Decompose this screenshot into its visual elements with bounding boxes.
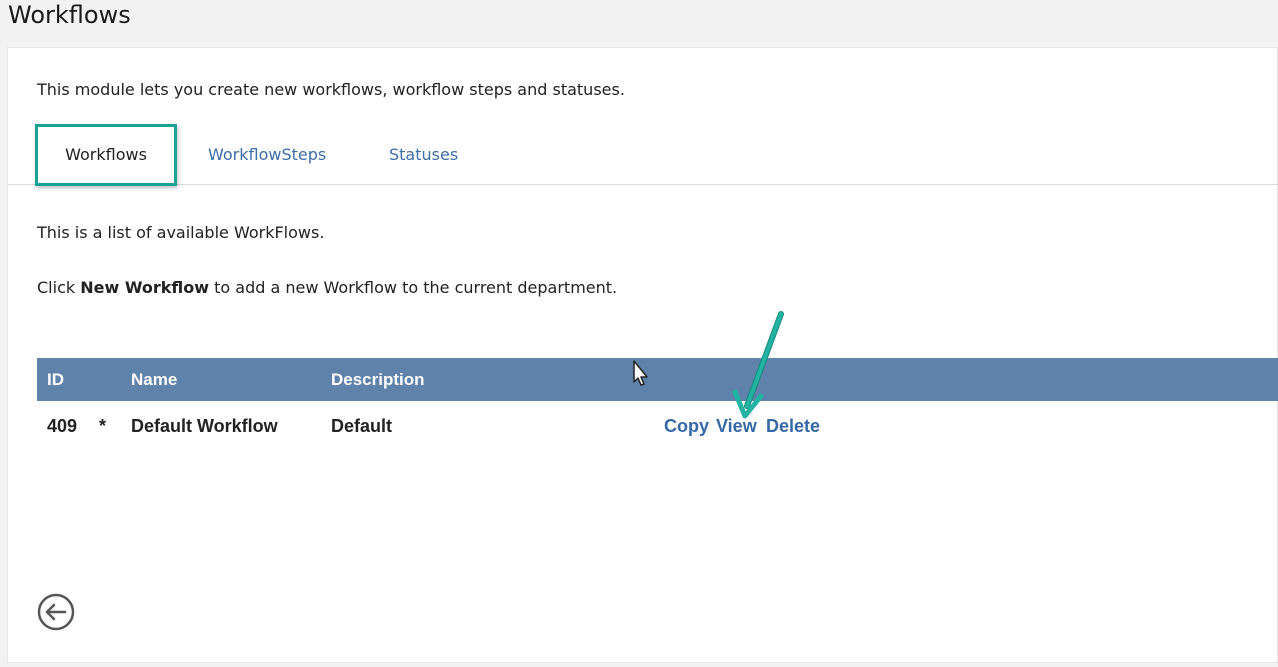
header-id: ID [47, 370, 64, 389]
tab-statuses[interactable]: Statuses [389, 124, 458, 185]
page-title: Workflows [8, 1, 131, 29]
row-id: 409 [47, 416, 78, 436]
instructions-suffix: to add a new Workflow to the current dep… [209, 278, 618, 297]
instructions-prefix: Click [37, 278, 81, 297]
tab-workflows[interactable]: Workflows [35, 124, 177, 186]
back-arrow-circle-icon[interactable] [36, 592, 76, 632]
copy-link[interactable]: Copy [664, 416, 709, 437]
new-workflow-instructions: Click New Workflow to add a new Workflow… [37, 278, 617, 297]
header-description: Description [331, 370, 425, 389]
workflows-panel: This module lets you create new workflow… [7, 47, 1278, 663]
default-marker: * [99, 416, 107, 436]
header-name: Name [131, 370, 178, 389]
annotation-arrow-icon [732, 311, 784, 419]
instructions-new-workflow: New Workflow [80, 278, 210, 297]
intro-text: This module lets you create new workflow… [37, 80, 625, 99]
tab-workflowsteps[interactable]: WorkflowSteps [208, 124, 326, 185]
list-description: This is a list of available WorkFlows. [37, 223, 325, 242]
table-row: 409 * Default Workflow Default Copy View… [37, 401, 1278, 453]
row-name: Default Workflow [131, 416, 278, 436]
row-description: Default [331, 416, 393, 436]
workflows-grid: ID Name Description 409 * Default Workfl… [37, 358, 1278, 453]
grid-header: ID Name Description [37, 358, 1278, 401]
mouse-pointer-icon [633, 360, 648, 386]
tab-bar: Workflows WorkflowSteps Statuses [8, 124, 1278, 186]
